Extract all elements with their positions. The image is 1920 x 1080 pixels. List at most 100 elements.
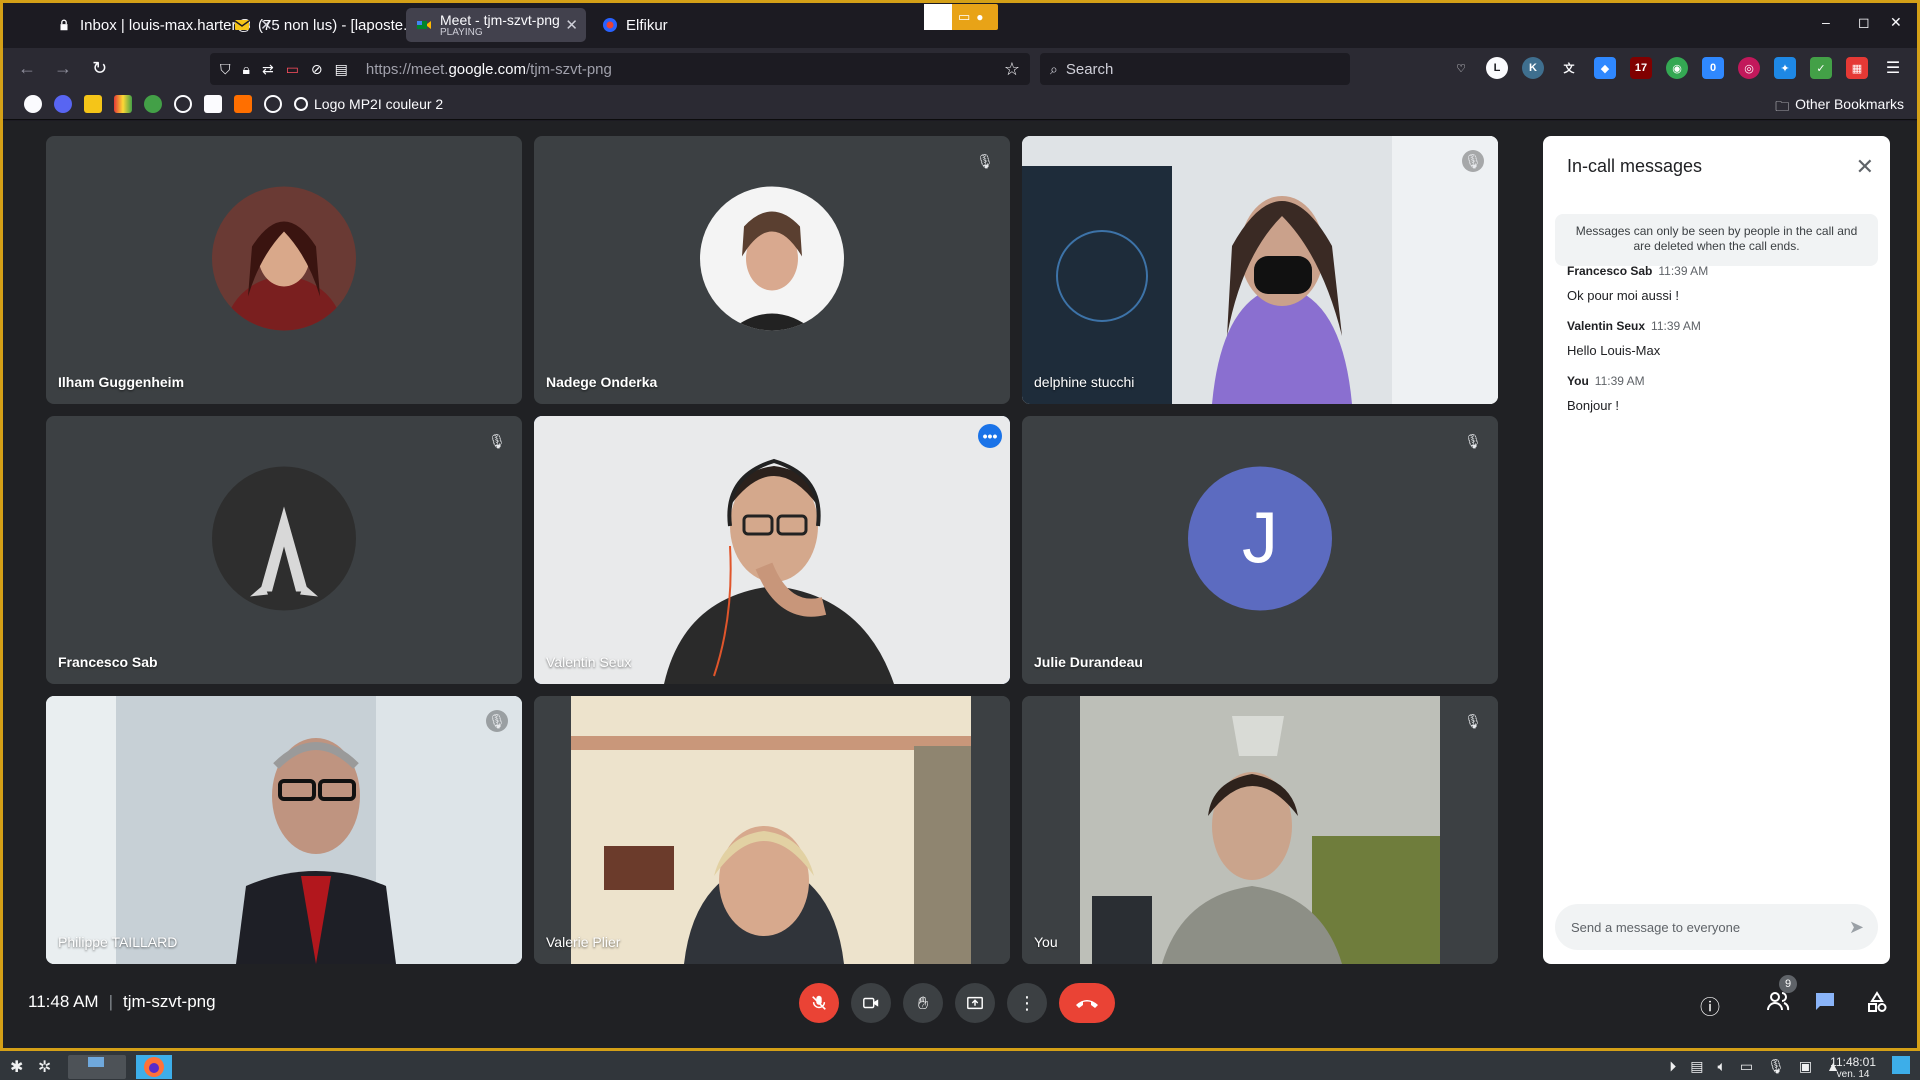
tab-playing-label: PLAYING xyxy=(440,27,483,38)
system-clock[interactable]: 11:48:01 ven. 14 xyxy=(1830,1055,1876,1080)
virtual-desktop-pager[interactable] xyxy=(68,1055,126,1079)
participant-tile[interactable]: 🎙︎ Nadege Onderka xyxy=(534,136,1010,404)
chrome-like-icon[interactable]: ◉ xyxy=(1666,57,1688,79)
reader-icon[interactable]: ▤ xyxy=(335,61,348,78)
mic-off-icon: 🎙︎ xyxy=(1462,150,1484,172)
translate-icon[interactable]: 文 xyxy=(1558,57,1580,79)
discord-icon[interactable] xyxy=(54,95,72,113)
media-player-icon[interactable]: ⏵ xyxy=(1669,1058,1676,1075)
laposte-bookmark-icon[interactable] xyxy=(84,95,102,113)
window-close-icon[interactable]: ✕ xyxy=(1890,14,1902,31)
ublock-icon[interactable]: 17 xyxy=(1630,57,1652,79)
present-screen-button[interactable] xyxy=(955,983,995,1023)
show-desktop-icon[interactable] xyxy=(1892,1056,1910,1074)
meeting-code: tjm-szvt-png xyxy=(123,992,216,1011)
people-icon[interactable] xyxy=(1766,991,1790,1017)
tab-meet[interactable]: Meet - tjm-szvt-png PLAYING ✕ xyxy=(406,8,586,42)
google-meet-icon xyxy=(416,17,432,33)
video-feed xyxy=(46,696,522,964)
green-leaf-icon[interactable] xyxy=(144,95,162,113)
close-tab-icon[interactable]: ✕ xyxy=(565,16,578,34)
meeting-time: 11:48 AM xyxy=(28,992,99,1011)
message-text: Ok pour moi aussi ! xyxy=(1567,288,1679,303)
extension-circle-icon[interactable]: ◎ xyxy=(1738,57,1760,79)
bookmark-lock-icon[interactable] xyxy=(24,95,42,113)
permissions-icon[interactable]: ⇄ xyxy=(262,61,274,78)
participant-name: Nadege Onderka xyxy=(546,374,658,390)
chat-icon[interactable] xyxy=(1814,991,1836,1017)
user-bookmark-icon[interactable] xyxy=(204,95,222,113)
raise-hand-button[interactable]: ✋︎ xyxy=(903,983,943,1023)
video-feed xyxy=(1022,136,1498,404)
more-vert-icon: ⋮ xyxy=(1018,992,1036,1013)
participant-tile-active-speaker[interactable]: ••• Valentin Seux xyxy=(534,416,1010,684)
extension-k-icon[interactable]: K xyxy=(1522,57,1544,79)
globe-icon[interactable] xyxy=(174,95,192,113)
reload-icon[interactable]: ↻ xyxy=(92,58,107,79)
url-text[interactable]: https://meet.google.com/tjm-szvt-png xyxy=(366,61,612,78)
participant-tile[interactable]: 🎙︎ delphine stucchi xyxy=(1022,136,1498,404)
lock-icon[interactable]: 🔒︎ xyxy=(243,61,250,78)
meeting-details-icon[interactable]: ⓘ xyxy=(1700,991,1720,1020)
participant-tile[interactable]: Ilham Guggenheim xyxy=(46,136,522,404)
network-icon[interactable]: ▣ xyxy=(1799,1058,1812,1075)
extension-grid-icon[interactable]: ▦ xyxy=(1846,57,1868,79)
video-feed xyxy=(534,696,1010,964)
more-options-button[interactable]: ⋮ xyxy=(1007,983,1047,1023)
shield-icon[interactable]: ⛉ xyxy=(220,61,231,78)
forward-icon[interactable]: → xyxy=(54,58,72,79)
app-launcher-icon[interactable]: ✱ xyxy=(10,1057,23,1080)
participant-tile[interactable]: 🎙︎ Philippe TAILLARD xyxy=(46,696,522,964)
leave-call-button[interactable] xyxy=(1059,983,1115,1023)
close-icon[interactable]: ✕ xyxy=(1856,154,1874,180)
tab-elfikur[interactable]: Elfikur xyxy=(592,8,678,42)
bookmark-logo-mp2i[interactable]: Logo MP2I couleur 2 xyxy=(294,96,443,112)
extension-bag-icon[interactable]: 0 xyxy=(1702,57,1724,79)
participant-tile[interactable]: Valerie Plier xyxy=(534,696,1010,964)
other-bookmarks[interactable]: 🗀 Other Bookmarks xyxy=(1775,96,1904,120)
send-icon[interactable]: ➤ xyxy=(1849,917,1864,938)
firefox-task[interactable] xyxy=(136,1055,172,1079)
bookmark-star-icon[interactable]: ☆ xyxy=(1004,59,1020,80)
tab-title: Elfikur xyxy=(626,16,668,34)
camera-button[interactable] xyxy=(851,983,891,1023)
participant-tile[interactable]: 🎙︎ Francesco Sab xyxy=(46,416,522,684)
mic-off-button[interactable] xyxy=(799,983,839,1023)
maximize-icon[interactable]: ◻ xyxy=(1858,14,1870,31)
message-time: 11:39 AM xyxy=(1658,264,1709,278)
extension-puzzle-icon[interactable]: ✦ xyxy=(1774,57,1796,79)
other-bookmarks-label: Other Bookmarks xyxy=(1795,96,1904,112)
stats-bookmark-icon[interactable] xyxy=(114,95,132,113)
clipboard-icon[interactable]: ▤ xyxy=(1690,1058,1703,1075)
bookmarks-bar: Logo MP2I couleur 2 🗀 Other Bookmarks xyxy=(0,88,1920,120)
participant-name: You xyxy=(1034,934,1058,950)
chat-message-input[interactable] xyxy=(1555,904,1825,950)
minimize-icon[interactable]: – xyxy=(1822,14,1830,30)
avatar xyxy=(212,186,356,331)
camera-active-icon[interactable]: ▭ xyxy=(286,61,299,78)
extension-l-icon[interactable]: L xyxy=(1486,57,1508,79)
extension-check-icon[interactable]: ✓ xyxy=(1810,57,1832,79)
search-icon: ⌕ xyxy=(1050,60,1058,77)
volume-icon[interactable]: 🔈︎ xyxy=(1717,1058,1725,1075)
back-icon[interactable]: ← xyxy=(18,58,36,79)
activities-switch-icon[interactable]: ✲ xyxy=(38,1057,51,1080)
participant-name: Valerie Plier xyxy=(546,934,621,950)
menu-icon[interactable]: ☰ xyxy=(1882,57,1904,79)
globe-icon[interactable] xyxy=(264,95,282,113)
battery-icon[interactable]: ▭ xyxy=(1740,1058,1753,1075)
microphone-icon[interactable]: 🎙︎ xyxy=(1767,1058,1785,1075)
orange-bookmark-icon[interactable] xyxy=(234,95,252,113)
mail-lock-icon xyxy=(56,17,72,33)
more-options-icon[interactable]: ••• xyxy=(978,424,1002,448)
extension-cube-icon[interactable]: ◆ xyxy=(1594,57,1616,79)
participant-tile[interactable]: 🎙︎ J Julie Durandeau xyxy=(1022,416,1498,684)
message-sender: You xyxy=(1567,374,1589,388)
media-sharing-indicator[interactable]: ▭ ● xyxy=(924,4,998,30)
participant-tile-self[interactable]: 🎙︎ You xyxy=(1022,696,1498,964)
url-bar[interactable]: ⛉ 🔒︎ ⇄ ▭ ⊘ ▤ https://meet.google.com/tjm… xyxy=(210,53,1030,85)
pocket-icon[interactable]: ♡ xyxy=(1450,57,1472,79)
search-bar[interactable]: ⌕ Search xyxy=(1040,53,1350,85)
autoplay-blocked-icon[interactable]: ⊘ xyxy=(311,61,323,78)
activities-icon[interactable] xyxy=(1866,991,1888,1019)
